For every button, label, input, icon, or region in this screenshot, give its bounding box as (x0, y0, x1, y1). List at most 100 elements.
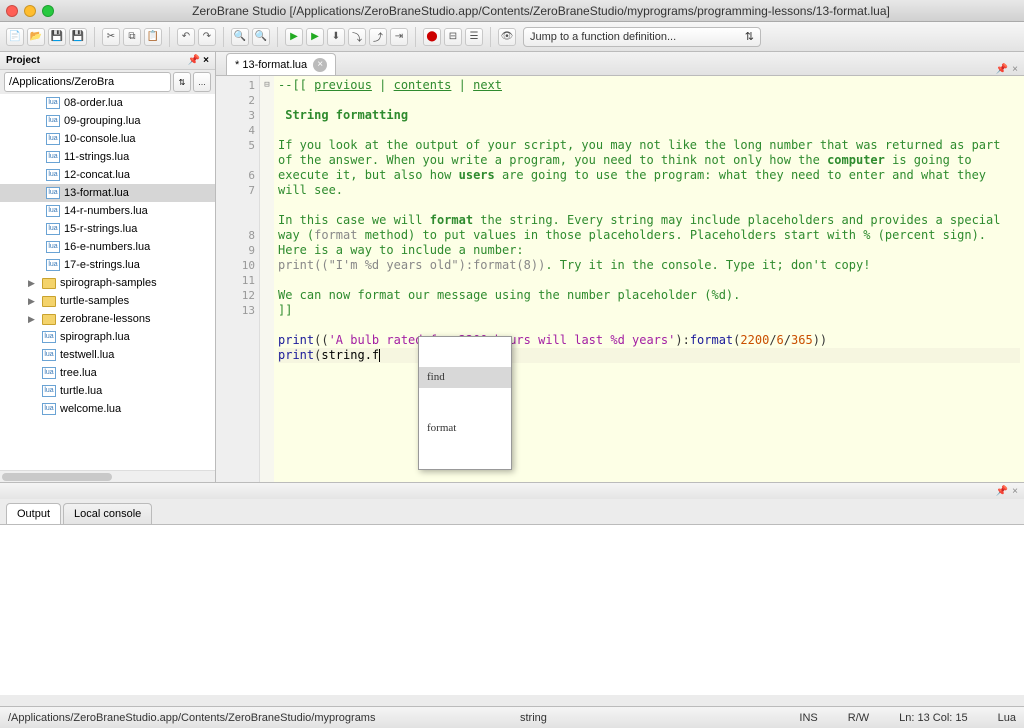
code-editor[interactable]: 12345 67 8910111213 ⊟ --[[ previous | co… (216, 76, 1024, 482)
lua-file-icon: lua (46, 115, 60, 127)
disclosure-triangle-icon[interactable]: ▶ (28, 278, 38, 289)
tree-file[interactable]: lua12-concat.lua (0, 166, 215, 184)
editor-tab-active[interactable]: * 13-format.lua × (226, 53, 336, 75)
save-all-button[interactable]: 💾 (69, 28, 87, 46)
editor-area: * 13-format.lua × 📌 × 12345 67 8910111213… (216, 52, 1024, 482)
lua-file-icon: lua (42, 385, 56, 397)
output-console[interactable] (0, 525, 1024, 695)
editor-pin-icon[interactable]: 📌 (996, 64, 1008, 75)
project-tree[interactable]: lua08-order.lualua09-grouping.lualua10-c… (0, 94, 215, 470)
autocomplete-item-find[interactable]: find (419, 367, 511, 388)
bottom-panel: 📌 × Output Local console (0, 482, 1024, 695)
find-button[interactable]: 🔍 (231, 28, 249, 46)
stack-button[interactable]: ☰ (465, 28, 483, 46)
tree-item-label: turtle-samples (60, 295, 129, 307)
paste-button[interactable]: 📋 (144, 28, 162, 46)
tree-item-label: 13-format.lua (64, 187, 129, 199)
tree-file[interactable]: lua08-order.lua (0, 94, 215, 112)
tree-item-label: 17-e-strings.lua (64, 259, 140, 271)
tree-item-label: testwell.lua (60, 349, 114, 361)
tree-file[interactable]: luatree.lua (0, 364, 215, 382)
main-toolbar: 📄 📂 💾 💾 ✂ ⧉ 📋 ↶ ↷ 🔍 🔍 ▶ ▶ ⬇ ⤵ ⤴ ⇥ ⬤ ⊟ ☰ … (0, 22, 1024, 52)
folder-icon (42, 314, 56, 325)
path-browse-button[interactable]: … (193, 72, 211, 92)
dropdown-arrows-icon: ⇅ (745, 30, 754, 43)
tree-item-label: turtle.lua (60, 385, 102, 397)
open-file-button[interactable]: 📂 (27, 28, 45, 46)
status-type: string (520, 712, 547, 724)
minimize-window-button[interactable] (24, 5, 36, 17)
pin-icon[interactable]: 📌 (188, 55, 200, 66)
copy-button[interactable]: ⧉ (123, 28, 141, 46)
disclosure-triangle-icon[interactable]: ▶ (28, 296, 38, 307)
bottom-panel-header: 📌 × (0, 483, 1024, 499)
tree-folder[interactable]: ▶ zerobrane-lessons (0, 310, 215, 328)
tree-file[interactable]: lua testwell.lua (0, 346, 215, 364)
window-title: ZeroBrane Studio [/Applications/ZeroBran… (64, 4, 1018, 18)
tree-item-label: 08-order.lua (64, 97, 123, 109)
lua-file-icon: lua (46, 151, 60, 163)
replace-button[interactable]: 🔍 (252, 28, 270, 46)
path-stepper-button[interactable]: ⇅ (173, 72, 191, 92)
function-jump-dropdown[interactable]: Jump to a function definition... ⇅ (523, 27, 761, 47)
sidebar-hscrollbar[interactable] (0, 470, 215, 482)
stop-button[interactable]: ⬤ (423, 28, 441, 46)
tree-file[interactable]: luawelcome.lua (0, 400, 215, 418)
tree-file[interactable]: lua14-r-numbers.lua (0, 202, 215, 220)
fold-column[interactable]: ⊟ (260, 76, 274, 482)
project-sidebar: Project 📌 × ⇅ … lua08-order.lualua09-gro… (0, 52, 216, 482)
status-language: Lua (998, 712, 1016, 724)
tree-folder[interactable]: ▶ turtle-samples (0, 292, 215, 310)
undo-button[interactable]: ↶ (177, 28, 195, 46)
step-into-button[interactable]: ⬇ (327, 28, 345, 46)
line-number-gutter: 12345 67 8910111213 (216, 76, 260, 482)
cut-button[interactable]: ✂ (102, 28, 120, 46)
tree-file[interactable]: lua15-r-strings.lua (0, 220, 215, 238)
autocomplete-popup[interactable]: find format (418, 336, 512, 470)
status-bar: /Applications/ZeroBraneStudio.app/Conten… (0, 706, 1024, 728)
output-tab[interactable]: Output (6, 503, 61, 524)
tree-file[interactable]: lua10-console.lua (0, 130, 215, 148)
tree-folder[interactable]: ▶spirograph-samples (0, 274, 215, 292)
project-path-input[interactable] (4, 72, 171, 92)
new-file-button[interactable]: 📄 (6, 28, 24, 46)
tree-file[interactable]: lua17-e-strings.lua (0, 256, 215, 274)
watch-button[interactable]: 👁 (498, 28, 516, 46)
autocomplete-item-format[interactable]: format (419, 418, 511, 439)
close-window-button[interactable] (6, 5, 18, 17)
lua-file-icon: lua (46, 223, 60, 235)
local-console-tab[interactable]: Local console (63, 503, 152, 524)
project-panel-header: Project 📌 × (0, 52, 215, 70)
project-path-bar: ⇅ … (0, 70, 215, 94)
editor-tab-bar: * 13-format.lua × 📌 × (216, 52, 1024, 76)
tab-close-button[interactable]: × (313, 58, 327, 72)
panel-close-icon[interactable]: × (203, 55, 209, 66)
break-button[interactable]: ⊟ (444, 28, 462, 46)
code-body[interactable]: --[[ previous | contents | next String f… (274, 76, 1024, 482)
run-button[interactable]: ▶ (285, 28, 303, 46)
lua-file-icon: lua (42, 349, 56, 361)
bottom-pin-icon[interactable]: 📌 (996, 486, 1008, 497)
disclosure-triangle-icon[interactable]: ▶ (28, 314, 38, 325)
step-over-button[interactable]: ⤵ (348, 28, 366, 46)
tree-file[interactable]: lua16-e-numbers.lua (0, 238, 215, 256)
lua-file-icon: lua (46, 133, 60, 145)
bottom-close-icon[interactable]: × (1012, 486, 1018, 497)
debug-button[interactable]: ▶ (306, 28, 324, 46)
tree-file[interactable]: lua13-format.lua (0, 184, 215, 202)
lua-file-icon: lua (42, 331, 56, 343)
tree-file[interactable]: lua turtle.lua (0, 382, 215, 400)
status-rw: R/W (848, 712, 869, 724)
bottom-tab-bar: Output Local console (0, 499, 1024, 525)
zoom-window-button[interactable] (42, 5, 54, 17)
step-out-button[interactable]: ⤴ (369, 28, 387, 46)
tree-item-label: zerobrane-lessons (60, 313, 151, 325)
editor-panel-close-icon[interactable]: × (1012, 64, 1018, 75)
tree-file[interactable]: luaspirograph.lua (0, 328, 215, 346)
tree-file[interactable]: lua11-strings.lua (0, 148, 215, 166)
lua-file-icon: lua (46, 241, 60, 253)
tree-file[interactable]: lua09-grouping.lua (0, 112, 215, 130)
redo-button[interactable]: ↷ (198, 28, 216, 46)
save-button[interactable]: 💾 (48, 28, 66, 46)
run-to-cursor-button[interactable]: ⇥ (390, 28, 408, 46)
